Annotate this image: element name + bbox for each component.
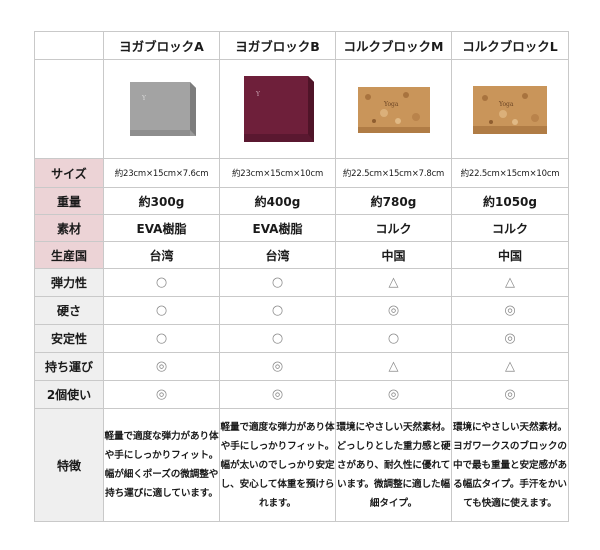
pair-use-rating-b: ◎: [219, 380, 336, 409]
image-row: Y Y Yoga Yoga: [34, 59, 569, 159]
elasticity-rating-cork-m: △: [335, 268, 452, 297]
material-value-a: EVA樹脂: [103, 214, 220, 242]
origin-row: 生産国 台湾 台湾 中国 中国: [34, 241, 569, 269]
material-row: 素材 EVA樹脂 EVA樹脂 コルク コルク: [34, 214, 569, 242]
comparison-table: ヨガブロックA ヨガブロックB コルクブロックM コルクブロックL Y Y Yo…: [34, 31, 569, 522]
pair-use-rating-a: ◎: [103, 380, 220, 409]
burgundy-yoga-block-image: Y: [243, 76, 314, 142]
stability-rating-b: ○: [219, 324, 336, 353]
gray-yoga-block-image: Y: [129, 82, 196, 136]
product-header-cork-m: コルクブロックM: [335, 31, 452, 60]
weight-label: 重量: [34, 187, 104, 215]
weight-row: 重量 約300g 約400g 約780g 約1050g: [34, 187, 569, 215]
features-text-b: 軽量で適度な弾力があり体や手にしっかりフィット。幅が太いのでしっかり安定し、安心…: [219, 408, 336, 522]
elasticity-row: 弾力性 ○ ○ △ △: [34, 268, 569, 297]
portability-row: 持ち運び ◎ ◎ △ △: [34, 352, 569, 381]
origin-value-cork-l: 中国: [451, 241, 569, 269]
features-row: 特徴 軽量で適度な弾力があり体や手にしっかりフィット。幅が細くポーズの微調整や持…: [34, 408, 569, 522]
portability-label: 持ち運び: [34, 352, 104, 381]
size-value-a: 約23cm×15cm×7.6cm: [103, 158, 220, 188]
weight-value-a: 約300g: [103, 187, 220, 215]
svg-text:Yoga: Yoga: [498, 101, 514, 108]
elasticity-label: 弾力性: [34, 268, 104, 297]
product-image-cell-b: Y: [219, 59, 336, 159]
size-value-b: 約23cm×15cm×10cm: [219, 158, 336, 188]
corner-cell: [34, 31, 104, 60]
features-label: 特徴: [34, 408, 104, 522]
origin-label: 生産国: [34, 241, 104, 269]
origin-value-cork-m: 中国: [335, 241, 452, 269]
pair-use-row: 2個使い ◎ ◎ ◎ ◎: [34, 380, 569, 409]
size-label: サイズ: [34, 158, 104, 188]
stability-rating-cork-l: ◎: [451, 324, 569, 353]
product-image-cell-a: Y: [103, 59, 220, 159]
portability-rating-cork-l: △: [451, 352, 569, 381]
stability-row: 安定性 ○ ○ ○ ◎: [34, 324, 569, 353]
hardness-rating-b: ○: [219, 296, 336, 325]
product-header-cork-l: コルクブロックL: [451, 31, 569, 60]
portability-rating-b: ◎: [219, 352, 336, 381]
weight-value-cork-l: 約1050g: [451, 187, 569, 215]
image-row-label: [34, 59, 104, 159]
hardness-row: 硬さ ○ ○ ◎ ◎: [34, 296, 569, 325]
material-value-b: EVA樹脂: [219, 214, 336, 242]
portability-rating-a: ◎: [103, 352, 220, 381]
pair-use-label: 2個使い: [34, 380, 104, 409]
pair-use-rating-cork-m: ◎: [335, 380, 452, 409]
features-text-a: 軽量で適度な弾力があり体や手にしっかりフィット。幅が細くポーズの微調整や持ち運び…: [103, 408, 220, 522]
pair-use-rating-cork-l: ◎: [451, 380, 569, 409]
material-value-cork-l: コルク: [451, 214, 569, 242]
product-header-a: ヨガブロックA: [103, 31, 220, 60]
origin-value-a: 台湾: [103, 241, 220, 269]
stability-rating-cork-m: ○: [335, 324, 452, 353]
cork-block-m-image: Yoga: [357, 87, 430, 133]
origin-value-b: 台湾: [219, 241, 336, 269]
elasticity-rating-b: ○: [219, 268, 336, 297]
size-row: サイズ 約23cm×15cm×7.6cm 約23cm×15cm×10cm 約22…: [34, 158, 569, 188]
product-image-cell-cork-m: Yoga: [335, 59, 452, 159]
size-value-cork-l: 約22.5cm×15cm×10cm: [451, 158, 569, 188]
hardness-rating-cork-m: ◎: [335, 296, 452, 325]
hardness-rating-a: ○: [103, 296, 220, 325]
material-label: 素材: [34, 214, 104, 242]
size-value-cork-m: 約22.5cm×15cm×7.8cm: [335, 158, 452, 188]
elasticity-rating-a: ○: [103, 268, 220, 297]
weight-value-cork-m: 約780g: [335, 187, 452, 215]
portability-rating-cork-m: △: [335, 352, 452, 381]
features-text-cork-l: 環境にやさしい天然素材。ヨガワークスのブロックの中で最も重量と安定感がある幅広タ…: [451, 408, 569, 522]
svg-text:Yoga: Yoga: [383, 101, 399, 108]
stability-label: 安定性: [34, 324, 104, 353]
features-text-cork-m: 環境にやさしい天然素材。どっしりとした重力感と硬さがあり、耐久性に優れています。…: [335, 408, 452, 522]
cork-block-l-image: Yoga: [473, 86, 547, 134]
header-row: ヨガブロックA ヨガブロックB コルクブロックM コルクブロックL: [34, 31, 569, 60]
product-header-b: ヨガブロックB: [219, 31, 336, 60]
material-value-cork-m: コルク: [335, 214, 452, 242]
hardness-rating-cork-l: ◎: [451, 296, 569, 325]
elasticity-rating-cork-l: △: [451, 268, 569, 297]
hardness-label: 硬さ: [34, 296, 104, 325]
stability-rating-a: ○: [103, 324, 220, 353]
product-image-cell-cork-l: Yoga: [451, 59, 569, 159]
weight-value-b: 約400g: [219, 187, 336, 215]
